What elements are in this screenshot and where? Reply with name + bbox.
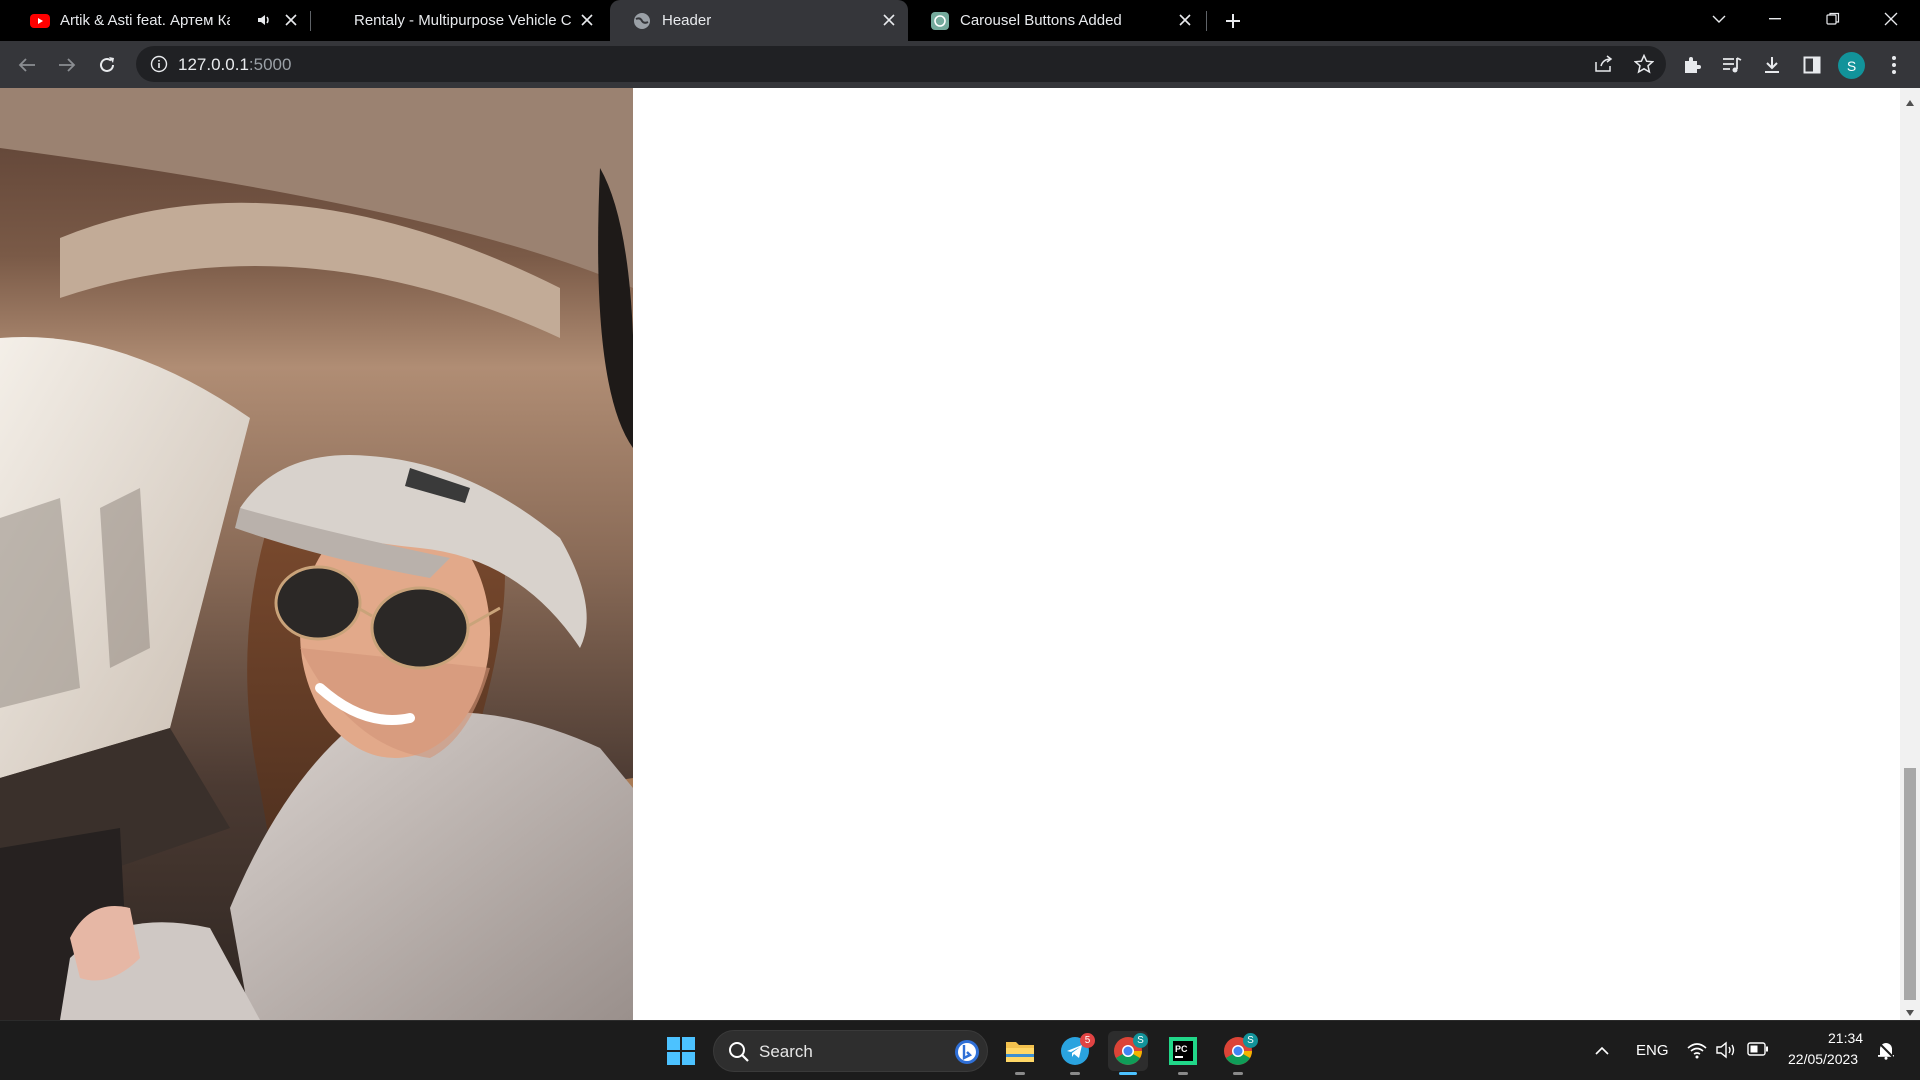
- hero-photo: [0, 88, 633, 1020]
- close-tab-icon[interactable]: [282, 11, 300, 29]
- url-port: :5000: [248, 55, 292, 74]
- tab-carousel[interactable]: Carousel Buttons Added: [908, 0, 1206, 41]
- profile-badge: S: [1243, 1033, 1258, 1048]
- arrow-right-icon: [59, 58, 76, 72]
- scrollbar-thumb[interactable]: [1904, 768, 1916, 1000]
- menu-button[interactable]: [1880, 51, 1908, 79]
- tab-rentaly[interactable]: Rentaly - Multipurpose Vehicle C: [312, 0, 608, 41]
- clock-date[interactable]: 22/05/2023: [1788, 1051, 1858, 1067]
- search-icon: [728, 1041, 750, 1068]
- notifications-icon[interactable]: [1876, 1040, 1896, 1065]
- folder-icon: [1006, 1042, 1034, 1062]
- wifi-icon[interactable]: [1687, 1041, 1707, 1064]
- minimize-button[interactable]: [1752, 0, 1798, 38]
- restore-button[interactable]: [1810, 0, 1856, 38]
- profile-badge: S: [1133, 1033, 1148, 1048]
- chrome-button[interactable]: S: [1108, 1031, 1148, 1075]
- chrome-profile-button[interactable]: S: [1218, 1031, 1258, 1075]
- running-indicator: [1070, 1072, 1080, 1075]
- taskbar-search[interactable]: Search: [713, 1030, 988, 1072]
- clock-time[interactable]: 21:34: [1828, 1030, 1863, 1046]
- reload-button[interactable]: [93, 51, 121, 79]
- pycharm-icon: PC: [1169, 1037, 1197, 1065]
- tab-search-button[interactable]: [1696, 0, 1742, 38]
- chatgpt-icon: [930, 12, 950, 30]
- arrow-left-icon: [18, 58, 35, 72]
- page-viewport: [0, 88, 1900, 1020]
- extensions-button[interactable]: [1678, 51, 1706, 79]
- tab-title: Header: [662, 12, 712, 29]
- forward-button[interactable]: [53, 51, 81, 79]
- bing-icon[interactable]: [954, 1039, 980, 1070]
- globe-icon: [632, 12, 652, 30]
- puzzle-icon: [1685, 57, 1701, 73]
- close-window-button[interactable]: [1868, 0, 1914, 38]
- file-explorer-button[interactable]: [1000, 1031, 1040, 1075]
- youtube-icon: [30, 12, 50, 30]
- woman-in-car-photo: [0, 88, 633, 1020]
- audio-playing-icon[interactable]: [256, 11, 274, 29]
- downloads-button[interactable]: [1758, 51, 1786, 79]
- volume-icon[interactable]: [1716, 1041, 1738, 1064]
- tab-title: Carousel Buttons Added: [960, 12, 1122, 29]
- tab-title: Artik & Asti feat. Артем Каче: [60, 12, 230, 29]
- back-button[interactable]: [13, 51, 41, 79]
- url-host: 127.0.0.1: [178, 55, 249, 74]
- chevron-down-icon: [1712, 15, 1726, 23]
- side-panel-button[interactable]: [1798, 51, 1826, 79]
- tab-strip: Artik & Asti feat. Артем Каче Rentaly - …: [0, 0, 1920, 41]
- close-tab-icon[interactable]: [578, 11, 596, 29]
- tab-header[interactable]: Header: [610, 0, 908, 41]
- telegram-button[interactable]: 5: [1055, 1031, 1095, 1075]
- side-panel-icon: [1803, 56, 1821, 74]
- new-tab-button[interactable]: [1220, 8, 1246, 34]
- active-indicator: [1119, 1072, 1137, 1075]
- tab-youtube[interactable]: Artik & Asti feat. Артем Каче: [8, 0, 306, 41]
- site-info-icon[interactable]: [150, 55, 168, 73]
- show-hidden-icons-button[interactable]: [1582, 1031, 1622, 1071]
- scroll-down-arrow[interactable]: [1905, 1004, 1915, 1016]
- share-icon[interactable]: [1590, 50, 1618, 78]
- address-bar[interactable]: 127.0.0.1:5000: [136, 46, 1666, 82]
- tab-title: Rentaly - Multipurpose Vehicle C: [354, 12, 572, 29]
- close-icon: [1884, 12, 1898, 26]
- running-indicator: [1015, 1072, 1025, 1075]
- media-control-button[interactable]: [1718, 51, 1746, 79]
- url-text: 127.0.0.1:5000: [178, 55, 291, 75]
- pycharm-button[interactable]: PC: [1163, 1031, 1203, 1075]
- running-indicator: [1233, 1072, 1243, 1075]
- chevron-up-icon: [1595, 1046, 1609, 1055]
- tab-separator: [310, 11, 311, 31]
- close-tab-icon[interactable]: [880, 11, 898, 29]
- svg-text:PC: PC: [1175, 1044, 1188, 1054]
- playlist-icon: [1723, 57, 1742, 73]
- windows-logo-icon: [667, 1037, 695, 1065]
- close-tab-icon[interactable]: [1176, 11, 1194, 29]
- battery-icon[interactable]: [1747, 1042, 1769, 1061]
- tab-separator: [1206, 11, 1207, 31]
- more-vert-icon: [1892, 56, 1896, 74]
- plus-icon: [1226, 14, 1240, 28]
- start-button[interactable]: [661, 1031, 701, 1071]
- profile-avatar[interactable]: S: [1838, 52, 1865, 79]
- search-label: Search: [759, 1042, 813, 1061]
- language-indicator[interactable]: ENG: [1636, 1042, 1669, 1059]
- minimize-icon: [1769, 18, 1781, 20]
- reload-icon: [100, 57, 114, 72]
- page-scrollbar[interactable]: [1900, 88, 1920, 1020]
- windows-taskbar: Search 5 S PC S ENG 21:34 22/05/2023: [0, 1020, 1920, 1080]
- scroll-up-arrow[interactable]: [1905, 94, 1915, 106]
- bookmark-star-icon[interactable]: [1630, 50, 1658, 78]
- notification-badge: 5: [1080, 1033, 1095, 1048]
- browser-toolbar: 127.0.0.1:5000 S: [0, 41, 1920, 88]
- download-icon: [1765, 57, 1779, 73]
- restore-icon: [1826, 12, 1840, 25]
- running-indicator: [1178, 1072, 1188, 1075]
